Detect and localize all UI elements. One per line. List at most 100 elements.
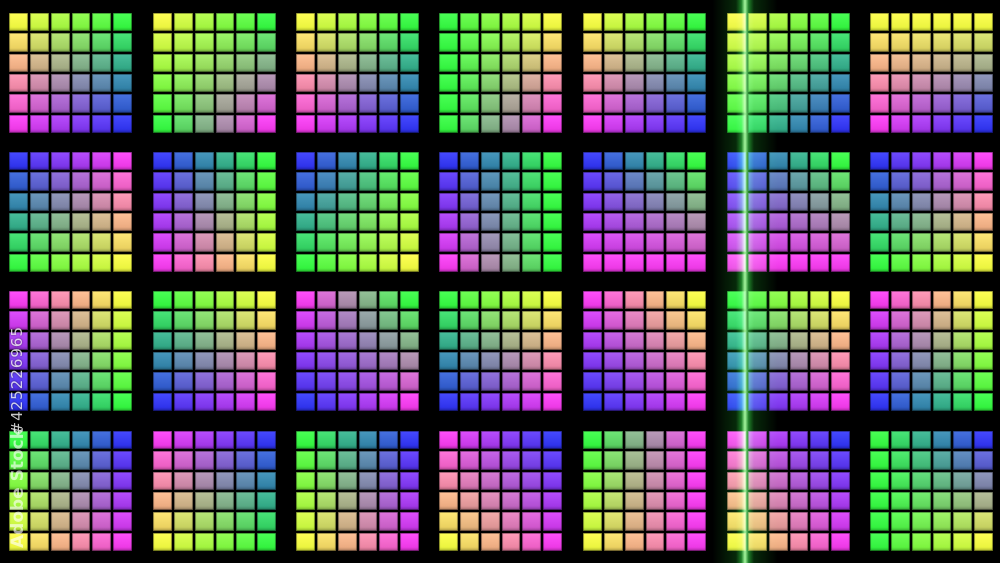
color-tile <box>911 33 931 52</box>
color-tile <box>870 352 889 371</box>
color-tile <box>459 74 479 93</box>
color-tile <box>953 74 973 93</box>
color-tile <box>9 13 28 32</box>
color-tile <box>194 74 214 93</box>
color-tile <box>603 291 623 310</box>
color-tile <box>71 291 91 310</box>
color-tile <box>932 13 952 32</box>
color-tile <box>974 532 993 551</box>
color-tile <box>543 331 562 350</box>
color-tile <box>501 152 521 171</box>
color-tile <box>113 114 132 133</box>
color-tile <box>974 172 993 191</box>
color-tile <box>932 172 952 191</box>
color-tile <box>337 192 357 211</box>
color-tile <box>480 311 500 330</box>
color-tile <box>727 172 746 191</box>
color-tile <box>92 532 112 551</box>
color-tile <box>747 233 767 252</box>
color-tile-panel <box>152 290 277 412</box>
color-tile <box>113 492 132 511</box>
color-tile <box>810 492 830 511</box>
color-tile <box>789 431 809 450</box>
color-tile <box>810 213 830 232</box>
color-tile <box>870 532 889 551</box>
color-tile <box>236 233 256 252</box>
color-tile <box>543 233 562 252</box>
color-tile <box>439 33 458 52</box>
color-tile <box>974 233 993 252</box>
color-tile <box>666 492 686 511</box>
color-tile <box>173 74 193 93</box>
color-tile <box>890 192 910 211</box>
color-tile <box>29 213 49 232</box>
color-tile <box>92 114 112 133</box>
color-tile <box>459 94 479 113</box>
color-tile <box>768 94 788 113</box>
color-tile <box>687 94 706 113</box>
color-tile <box>810 74 830 93</box>
color-tile <box>173 431 193 450</box>
color-tile <box>645 213 665 232</box>
color-tile <box>215 114 235 133</box>
color-tile <box>522 33 542 52</box>
color-tile <box>932 74 952 93</box>
color-tile <box>459 13 479 32</box>
color-tile <box>624 431 644 450</box>
color-tile <box>747 512 767 531</box>
color-tile <box>113 331 132 350</box>
color-tile <box>358 152 378 171</box>
color-tile <box>831 471 850 490</box>
color-tile <box>29 152 49 171</box>
color-tile <box>71 311 91 330</box>
color-tile <box>789 392 809 411</box>
color-tile <box>194 352 214 371</box>
color-tile <box>624 114 644 133</box>
color-tile <box>480 13 500 32</box>
color-tile <box>153 311 172 330</box>
color-tile <box>316 172 336 191</box>
color-tile <box>153 451 172 470</box>
color-tile <box>831 114 850 133</box>
color-tile <box>71 532 91 551</box>
color-tile <box>71 471 91 490</box>
color-tile <box>257 213 276 232</box>
color-tile <box>932 192 952 211</box>
color-tile <box>687 492 706 511</box>
color-tile <box>501 352 521 371</box>
color-tile <box>153 192 172 211</box>
color-tile <box>953 53 973 72</box>
color-tile <box>911 53 931 72</box>
color-tile <box>870 13 889 32</box>
color-tile <box>727 291 746 310</box>
color-tile <box>337 74 357 93</box>
color-tile <box>953 431 973 450</box>
color-tile <box>113 471 132 490</box>
color-tile <box>624 311 644 330</box>
color-tile <box>194 233 214 252</box>
color-tile <box>29 512 49 531</box>
color-tile <box>747 152 767 171</box>
color-tile-panel <box>8 151 133 273</box>
color-tile <box>459 291 479 310</box>
color-tile <box>603 233 623 252</box>
color-tile <box>257 372 276 391</box>
color-tile <box>501 331 521 350</box>
color-tile <box>543 471 562 490</box>
color-tile <box>215 253 235 272</box>
color-tile <box>236 192 256 211</box>
color-tile <box>50 53 70 72</box>
color-tile <box>953 13 973 32</box>
color-tile <box>501 471 521 490</box>
color-tile <box>480 114 500 133</box>
color-tile <box>727 253 746 272</box>
color-tile <box>113 512 132 531</box>
color-tile <box>932 331 952 350</box>
color-tile <box>194 471 214 490</box>
color-tile <box>257 13 276 32</box>
color-tile <box>583 372 602 391</box>
color-tile <box>50 291 70 310</box>
color-tile <box>358 53 378 72</box>
color-tile <box>92 372 112 391</box>
color-tile <box>687 172 706 191</box>
